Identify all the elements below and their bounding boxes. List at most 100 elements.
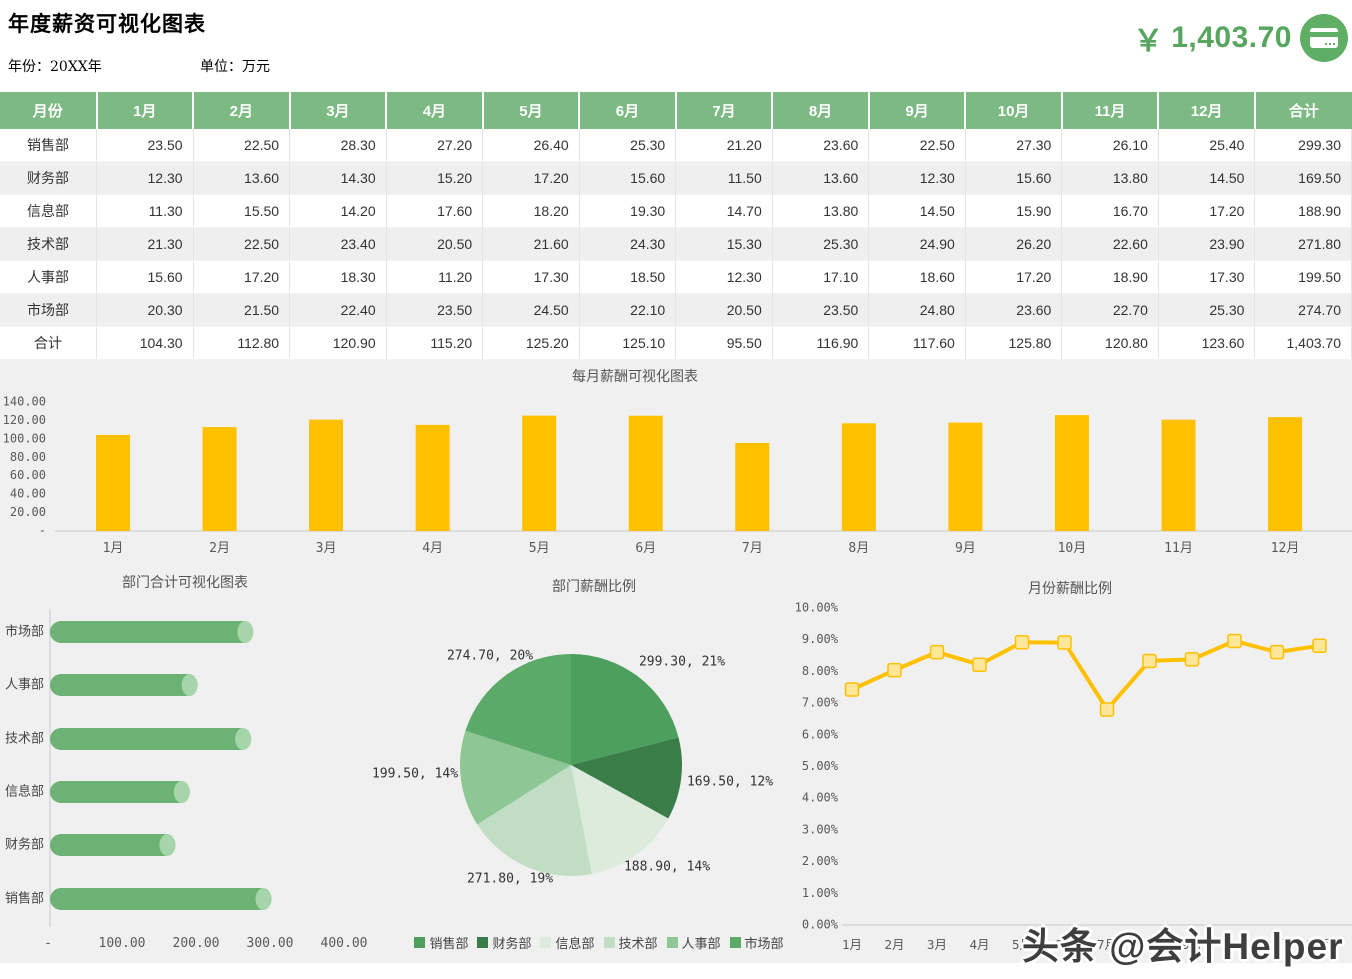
value-cell[interactable]: 18.90 bbox=[1062, 261, 1159, 294]
column-header[interactable]: 5月 bbox=[483, 92, 580, 129]
value-cell[interactable]: 13.80 bbox=[772, 195, 869, 228]
column-header[interactable]: 合计 bbox=[1255, 92, 1352, 129]
value-cell[interactable]: 11.20 bbox=[386, 261, 483, 294]
column-header[interactable]: 月份 bbox=[0, 92, 97, 129]
column-header[interactable]: 10月 bbox=[965, 92, 1062, 129]
value-cell[interactable]: 125.80 bbox=[965, 327, 1062, 360]
value-cell[interactable]: 15.20 bbox=[386, 162, 483, 195]
row-label-cell[interactable]: 技术部 bbox=[0, 228, 97, 261]
value-cell[interactable]: 13.60 bbox=[772, 162, 869, 195]
value-cell[interactable]: 271.80 bbox=[1255, 228, 1352, 261]
value-cell[interactable]: 23.40 bbox=[290, 228, 387, 261]
value-cell[interactable]: 117.60 bbox=[869, 327, 966, 360]
value-cell[interactable]: 1,403.70 bbox=[1255, 327, 1352, 360]
column-header[interactable]: 1月 bbox=[97, 92, 194, 129]
value-cell[interactable]: 188.90 bbox=[1255, 195, 1352, 228]
value-cell[interactable]: 169.50 bbox=[1255, 162, 1352, 195]
value-cell[interactable]: 17.30 bbox=[1158, 261, 1255, 294]
column-header[interactable]: 6月 bbox=[579, 92, 676, 129]
value-cell[interactable]: 17.10 bbox=[772, 261, 869, 294]
value-cell[interactable]: 22.70 bbox=[1062, 294, 1159, 327]
value-cell[interactable]: 14.50 bbox=[869, 195, 966, 228]
value-cell[interactable]: 26.40 bbox=[483, 129, 580, 162]
value-cell[interactable]: 20.50 bbox=[676, 294, 773, 327]
value-cell[interactable]: 15.60 bbox=[97, 261, 194, 294]
value-cell[interactable]: 13.80 bbox=[1062, 162, 1159, 195]
value-cell[interactable]: 274.70 bbox=[1255, 294, 1352, 327]
value-cell[interactable]: 21.60 bbox=[483, 228, 580, 261]
value-cell[interactable]: 22.60 bbox=[1062, 228, 1159, 261]
value-cell[interactable]: 21.30 bbox=[97, 228, 194, 261]
value-cell[interactable]: 12.30 bbox=[97, 162, 194, 195]
value-cell[interactable]: 23.50 bbox=[772, 294, 869, 327]
value-cell[interactable]: 11.30 bbox=[97, 195, 194, 228]
row-label-cell[interactable]: 人事部 bbox=[0, 261, 97, 294]
value-cell[interactable]: 15.30 bbox=[676, 228, 773, 261]
value-cell[interactable]: 27.30 bbox=[965, 129, 1062, 162]
value-cell[interactable]: 24.80 bbox=[869, 294, 966, 327]
column-header[interactable]: 12月 bbox=[1158, 92, 1255, 129]
value-cell[interactable]: 116.90 bbox=[772, 327, 869, 360]
value-cell[interactable]: 23.50 bbox=[97, 129, 194, 162]
value-cell[interactable]: 18.60 bbox=[869, 261, 966, 294]
value-cell[interactable]: 22.40 bbox=[290, 294, 387, 327]
value-cell[interactable]: 24.30 bbox=[579, 228, 676, 261]
value-cell[interactable]: 125.20 bbox=[483, 327, 580, 360]
row-label-cell[interactable]: 财务部 bbox=[0, 162, 97, 195]
value-cell[interactable]: 115.20 bbox=[386, 327, 483, 360]
value-cell[interactable]: 18.20 bbox=[483, 195, 580, 228]
value-cell[interactable]: 22.50 bbox=[869, 129, 966, 162]
column-header[interactable]: 2月 bbox=[193, 92, 290, 129]
value-cell[interactable]: 26.20 bbox=[965, 228, 1062, 261]
value-cell[interactable]: 17.60 bbox=[386, 195, 483, 228]
value-cell[interactable]: 23.60 bbox=[965, 294, 1062, 327]
column-header[interactable]: 4月 bbox=[386, 92, 483, 129]
value-cell[interactable]: 18.30 bbox=[290, 261, 387, 294]
value-cell[interactable]: 14.70 bbox=[676, 195, 773, 228]
value-cell[interactable]: 23.50 bbox=[386, 294, 483, 327]
value-cell[interactable]: 17.20 bbox=[193, 261, 290, 294]
value-cell[interactable]: 21.20 bbox=[676, 129, 773, 162]
column-header[interactable]: 8月 bbox=[772, 92, 869, 129]
value-cell[interactable]: 26.10 bbox=[1062, 129, 1159, 162]
value-cell[interactable]: 23.90 bbox=[1158, 228, 1255, 261]
value-cell[interactable]: 22.50 bbox=[193, 129, 290, 162]
value-cell[interactable]: 104.30 bbox=[97, 327, 194, 360]
value-cell[interactable]: 25.30 bbox=[1158, 294, 1255, 327]
column-header[interactable]: 9月 bbox=[869, 92, 966, 129]
value-cell[interactable]: 299.30 bbox=[1255, 129, 1352, 162]
value-cell[interactable]: 95.50 bbox=[676, 327, 773, 360]
value-cell[interactable]: 12.30 bbox=[869, 162, 966, 195]
row-label-cell[interactable]: 市场部 bbox=[0, 294, 97, 327]
value-cell[interactable]: 17.20 bbox=[965, 261, 1062, 294]
value-cell[interactable]: 17.20 bbox=[1158, 195, 1255, 228]
value-cell[interactable]: 20.30 bbox=[97, 294, 194, 327]
value-cell[interactable]: 25.40 bbox=[1158, 129, 1255, 162]
value-cell[interactable]: 18.50 bbox=[579, 261, 676, 294]
value-cell[interactable]: 23.60 bbox=[772, 129, 869, 162]
value-cell[interactable]: 13.60 bbox=[193, 162, 290, 195]
value-cell[interactable]: 120.90 bbox=[290, 327, 387, 360]
value-cell[interactable]: 15.90 bbox=[965, 195, 1062, 228]
value-cell[interactable]: 24.90 bbox=[869, 228, 966, 261]
value-cell[interactable]: 120.80 bbox=[1062, 327, 1159, 360]
value-cell[interactable]: 11.50 bbox=[676, 162, 773, 195]
column-header[interactable]: 11月 bbox=[1062, 92, 1159, 129]
value-cell[interactable]: 20.50 bbox=[386, 228, 483, 261]
value-cell[interactable]: 28.30 bbox=[290, 129, 387, 162]
value-cell[interactable]: 27.20 bbox=[386, 129, 483, 162]
value-cell[interactable]: 125.10 bbox=[579, 327, 676, 360]
column-header[interactable]: 3月 bbox=[290, 92, 387, 129]
value-cell[interactable]: 123.60 bbox=[1158, 327, 1255, 360]
row-label-cell[interactable]: 销售部 bbox=[0, 129, 97, 162]
value-cell[interactable]: 22.50 bbox=[193, 228, 290, 261]
value-cell[interactable]: 17.20 bbox=[483, 162, 580, 195]
value-cell[interactable]: 19.30 bbox=[579, 195, 676, 228]
value-cell[interactable]: 24.50 bbox=[483, 294, 580, 327]
value-cell[interactable]: 25.30 bbox=[579, 129, 676, 162]
value-cell[interactable]: 17.30 bbox=[483, 261, 580, 294]
credit-card-icon[interactable] bbox=[1300, 14, 1348, 62]
value-cell[interactable]: 15.50 bbox=[193, 195, 290, 228]
value-cell[interactable]: 199.50 bbox=[1255, 261, 1352, 294]
value-cell[interactable]: 15.60 bbox=[965, 162, 1062, 195]
